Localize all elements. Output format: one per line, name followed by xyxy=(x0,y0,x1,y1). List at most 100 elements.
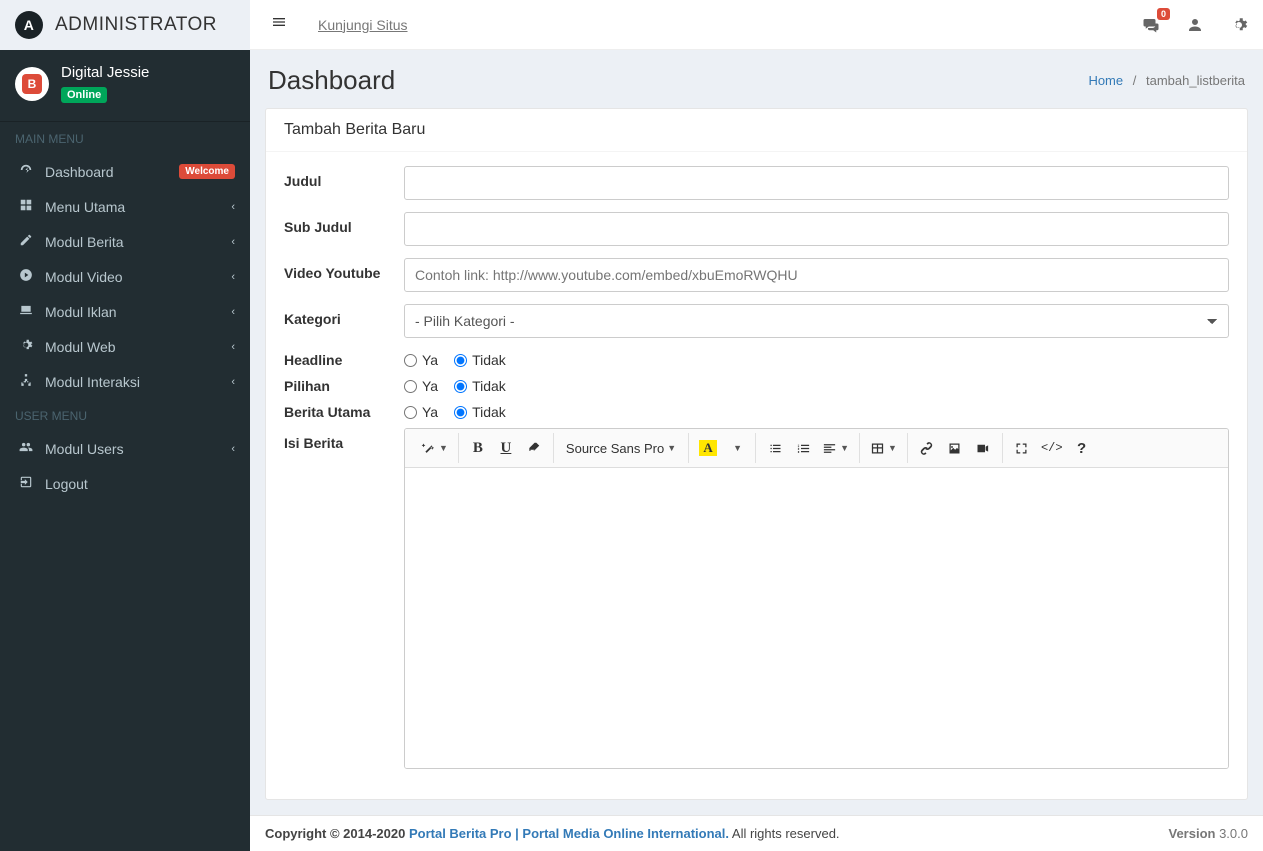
radio-label: Tidak xyxy=(472,378,506,394)
sidebar-item-label: Logout xyxy=(45,476,235,492)
chevron-left-icon: ‹ xyxy=(231,443,235,455)
editor-textarea[interactable] xyxy=(405,468,1228,768)
magic-icon[interactable]: ▼ xyxy=(417,435,452,461)
footer: Copyright © 2014-2020 Portal Berita Pro … xyxy=(250,815,1263,851)
menu-header-user: USER MENU xyxy=(0,399,250,431)
pencil-icon xyxy=(15,233,37,250)
video-icon[interactable] xyxy=(970,435,996,461)
radio-label: Ya xyxy=(422,352,438,368)
logout-icon xyxy=(15,475,37,492)
font-label: Source Sans Pro xyxy=(566,441,664,456)
sidebar-item-logout[interactable]: Logout xyxy=(0,466,250,501)
user-menu: Modul Users ‹ Logout xyxy=(0,431,250,501)
list-ol-icon[interactable] xyxy=(790,435,816,461)
codeview-icon[interactable]: </> xyxy=(1037,435,1067,461)
help-icon[interactable]: ? xyxy=(1069,435,1095,461)
sidebar-item-modul-iklan[interactable]: Modul Iklan ‹ xyxy=(0,294,250,329)
chevron-left-icon: ‹ xyxy=(231,201,235,213)
utama-tidak-radio[interactable] xyxy=(454,406,467,419)
headline-tidak-radio[interactable] xyxy=(454,354,467,367)
pilihan-ya-radio[interactable] xyxy=(404,380,417,393)
video-input[interactable] xyxy=(404,258,1229,292)
utama-tidak[interactable]: Tidak xyxy=(454,404,506,420)
judul-input[interactable] xyxy=(404,166,1229,200)
utama-label: Berita Utama xyxy=(284,402,404,420)
brand[interactable]: A ADMINISTRATOR xyxy=(0,0,250,50)
video-label: Video Youtube xyxy=(284,258,404,281)
pilihan-ya[interactable]: Ya xyxy=(404,378,438,394)
sidebar-item-modul-berita[interactable]: Modul Berita ‹ xyxy=(0,224,250,259)
radio-label: Ya xyxy=(422,378,438,394)
content-header: Dashboard Home / tambah_listberita xyxy=(250,50,1263,108)
kategori-label: Kategori xyxy=(284,304,404,327)
align-icon[interactable]: ▼ xyxy=(818,435,853,461)
sidebar-item-modul-web[interactable]: Modul Web ‹ xyxy=(0,329,250,364)
user-name: Digital Jessie xyxy=(61,64,149,81)
highlight-button[interactable]: A xyxy=(695,435,721,461)
sidebar: A ADMINISTRATOR B Digital Jessie Online … xyxy=(0,0,250,851)
eraser-icon[interactable] xyxy=(521,435,547,461)
messages-icon[interactable]: 0 xyxy=(1142,16,1160,34)
image-icon[interactable] xyxy=(942,435,968,461)
headline-label: Headline xyxy=(284,350,404,368)
chevron-left-icon: ‹ xyxy=(231,341,235,353)
topbar: Kunjungi Situs 0 xyxy=(250,0,1263,50)
sidebar-item-label: Modul Users xyxy=(45,441,231,457)
headline-ya[interactable]: Ya xyxy=(404,352,438,368)
subjudul-input[interactable] xyxy=(404,212,1229,246)
copyright-prefix: Copyright © 2014-2020 xyxy=(265,826,409,841)
play-icon xyxy=(15,268,37,285)
headline-ya-radio[interactable] xyxy=(404,354,417,367)
settings-icon[interactable] xyxy=(1230,16,1248,34)
grid-icon xyxy=(15,198,37,215)
visit-site-link[interactable]: Kunjungi Situs xyxy=(318,17,408,33)
breadcrumb: Home / tambah_listberita xyxy=(1088,73,1245,88)
utama-ya-radio[interactable] xyxy=(404,406,417,419)
welcome-badge: Welcome xyxy=(179,164,235,179)
breadcrumb-sep: / xyxy=(1133,73,1137,88)
isi-label: Isi Berita xyxy=(284,428,404,451)
dashboard-icon xyxy=(15,163,37,180)
sidebar-item-menu-utama[interactable]: Menu Utama ‹ xyxy=(0,189,250,224)
underline-button[interactable]: U xyxy=(493,435,519,461)
chevron-left-icon: ‹ xyxy=(231,376,235,388)
sidebar-item-label: Dashboard xyxy=(45,164,179,180)
status-badge: Online xyxy=(61,87,107,103)
radio-label: Tidak xyxy=(472,352,506,368)
brand-title: ADMINISTRATOR xyxy=(55,14,217,36)
list-ul-icon[interactable] xyxy=(762,435,788,461)
menu-header-main: MAIN MENU xyxy=(0,122,250,154)
judul-label: Judul xyxy=(284,166,404,189)
kategori-select[interactable]: - Pilih Kategori - xyxy=(404,304,1229,338)
sidebar-item-dashboard[interactable]: Dashboard Welcome xyxy=(0,154,250,189)
link-icon[interactable] xyxy=(914,435,940,461)
pilihan-tidak-radio[interactable] xyxy=(454,380,467,393)
sidebar-item-label: Menu Utama xyxy=(45,199,231,215)
radio-label: Tidak xyxy=(472,404,506,420)
headline-tidak[interactable]: Tidak xyxy=(454,352,506,368)
sidebar-item-modul-interaksi[interactable]: Modul Interaksi ‹ xyxy=(0,364,250,399)
user-panel: B Digital Jessie Online xyxy=(0,50,250,117)
user-icon[interactable] xyxy=(1186,16,1204,34)
fullscreen-icon[interactable] xyxy=(1009,435,1035,461)
sidebar-item-modul-users[interactable]: Modul Users ‹ xyxy=(0,431,250,466)
noti-count-badge: 0 xyxy=(1157,8,1170,20)
sidebar-item-label: Modul Web xyxy=(45,339,231,355)
sidebar-item-label: Modul Video xyxy=(45,269,231,285)
color-caret[interactable]: ▼ xyxy=(723,435,749,461)
richtext-editor: ▼ B U Source Sans Pro▼ xyxy=(404,428,1229,769)
main-menu: Dashboard Welcome Menu Utama ‹ Modul Ber… xyxy=(0,154,250,399)
bold-button[interactable]: B xyxy=(465,435,491,461)
hamburger-icon[interactable] xyxy=(265,8,293,41)
utama-ya[interactable]: Ya xyxy=(404,404,438,420)
brand-logo-icon: A xyxy=(15,11,43,39)
sidebar-item-modul-video[interactable]: Modul Video ‹ xyxy=(0,259,250,294)
table-icon[interactable]: ▼ xyxy=(866,435,901,461)
font-dropdown[interactable]: Source Sans Pro▼ xyxy=(560,435,682,461)
breadcrumb-home[interactable]: Home xyxy=(1088,73,1123,88)
sidebar-item-label: Modul Interaksi xyxy=(45,374,231,390)
footer-link[interactable]: Portal Berita Pro | Portal Media Online … xyxy=(409,826,729,841)
pilihan-tidak[interactable]: Tidak xyxy=(454,378,506,394)
version-number: 3.0.0 xyxy=(1219,826,1248,841)
breadcrumb-current: tambah_listberita xyxy=(1146,73,1245,88)
